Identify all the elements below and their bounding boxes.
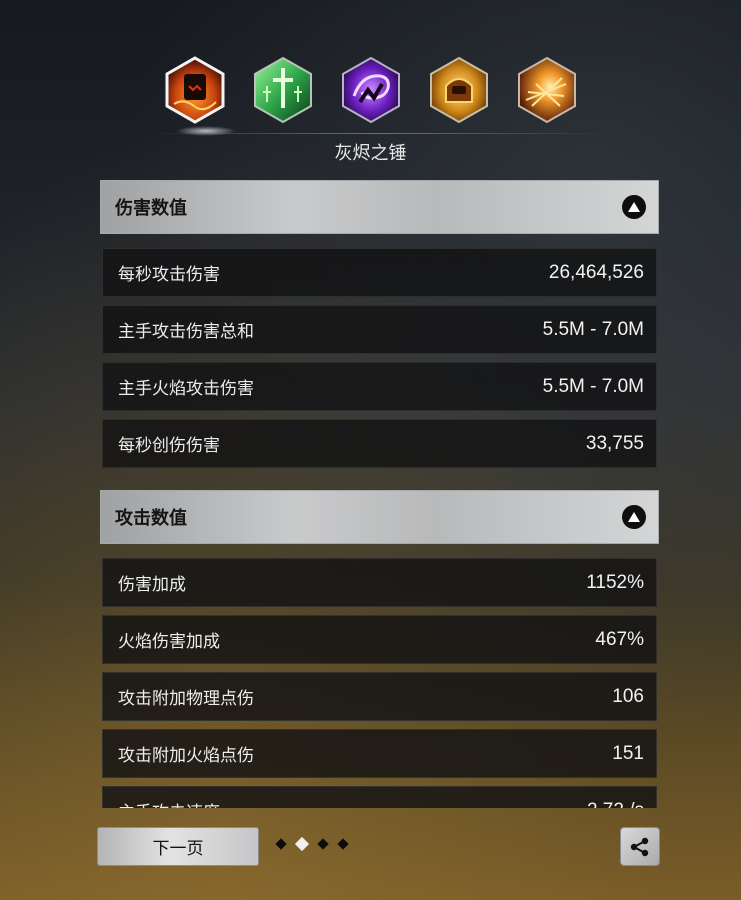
skill-selector bbox=[0, 56, 741, 124]
stat-label: 火焰伤害加成 bbox=[118, 632, 220, 652]
page-dot[interactable] bbox=[275, 838, 287, 850]
collapse-button[interactable] bbox=[622, 195, 646, 219]
stat-row: 攻击附加火焰点伤 151 bbox=[102, 729, 657, 778]
stats-scroll-area[interactable]: 伤害数值 每秒攻击伤害 26,464,526 主手攻击伤害总和 5.5M - 7… bbox=[100, 180, 659, 808]
page-dot-active[interactable] bbox=[294, 836, 310, 852]
stat-row: 每秒创伤伤害 33,755 bbox=[102, 419, 657, 468]
section-title: 伤害数值 bbox=[115, 198, 187, 219]
stat-label: 主手火焰攻击伤害 bbox=[118, 379, 254, 399]
stat-value: 151 bbox=[612, 742, 644, 764]
golden-helmet-skill-icon[interactable] bbox=[428, 56, 490, 124]
next-page-label: 下一页 bbox=[152, 839, 204, 859]
section-header-damage[interactable]: 伤害数值 bbox=[100, 180, 659, 234]
section-header-attack[interactable]: 攻击数值 bbox=[100, 490, 659, 544]
stat-value: 1152% bbox=[586, 571, 644, 593]
selected-skill-glow bbox=[176, 126, 236, 136]
stat-label: 主手攻击速度 bbox=[118, 798, 220, 808]
stat-label: 攻击附加火焰点伤 bbox=[118, 746, 254, 766]
stat-value: 2.72 /s bbox=[587, 800, 644, 809]
stat-row: 伤害加成 1152% bbox=[102, 558, 657, 607]
section-title: 攻击数值 bbox=[115, 508, 187, 529]
stat-row: 主手攻击伤害总和 5.5M - 7.0M bbox=[102, 305, 657, 354]
stat-row: 攻击附加物理点伤 106 bbox=[102, 672, 657, 721]
next-page-button[interactable]: 下一页 bbox=[97, 827, 259, 866]
ember-hammer-skill-icon[interactable] bbox=[164, 56, 226, 124]
stat-row: 火焰伤害加成 467% bbox=[102, 615, 657, 664]
stat-value: 467% bbox=[595, 628, 644, 650]
share-icon bbox=[630, 837, 649, 856]
triangle-up-icon bbox=[628, 202, 640, 212]
stat-label: 每秒创伤伤害 bbox=[118, 436, 220, 456]
stat-label: 伤害加成 bbox=[118, 575, 186, 595]
stat-value: 106 bbox=[612, 685, 644, 707]
stat-value: 5.5M - 7.0M bbox=[542, 318, 644, 340]
page-dot[interactable] bbox=[337, 838, 349, 850]
stat-label: 主手攻击伤害总和 bbox=[118, 322, 254, 342]
stat-row: 主手火焰攻击伤害 5.5M - 7.0M bbox=[102, 362, 657, 411]
skill-divider bbox=[150, 133, 608, 134]
stat-value: 26,464,526 bbox=[548, 261, 644, 283]
triangle-up-icon bbox=[628, 512, 640, 522]
collapse-button[interactable] bbox=[622, 505, 646, 529]
stat-row: 每秒攻击伤害 26,464,526 bbox=[102, 248, 657, 297]
share-button[interactable] bbox=[620, 827, 660, 866]
green-cross-skill-icon[interactable] bbox=[252, 56, 314, 124]
purple-vortex-skill-icon[interactable] bbox=[340, 56, 402, 124]
stat-label: 攻击附加物理点伤 bbox=[118, 689, 254, 709]
stat-value: 33,755 bbox=[585, 432, 644, 454]
page-indicator bbox=[275, 836, 349, 852]
stat-value: 5.5M - 7.0M bbox=[542, 375, 644, 397]
stat-row: 主手攻击速度 2.72 /s bbox=[102, 786, 657, 808]
page-dot[interactable] bbox=[317, 838, 329, 850]
stat-label: 每秒攻击伤害 bbox=[118, 265, 220, 285]
fire-burst-skill-icon[interactable] bbox=[516, 56, 578, 124]
selected-skill-name: 灰烬之锤 bbox=[334, 143, 407, 164]
